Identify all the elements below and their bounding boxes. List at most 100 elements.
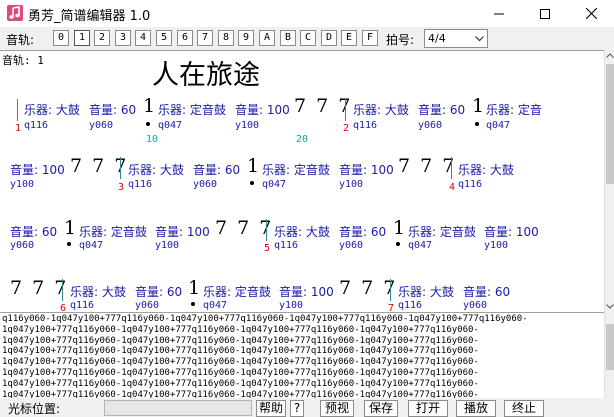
text-line: 1q047y100+777q116y060-1q047y100+777q116y… [2, 367, 479, 378]
text-line: 1q047y100+777q116y060-1q047y100+777q116y… [2, 335, 479, 346]
scroll-down-icon [606, 304, 614, 309]
volume-code: y100 [339, 179, 364, 190]
track-button-b[interactable]: B [280, 30, 296, 46]
text-line: 1q047y100+777q116y060-1q047y100+777q116y… [2, 346, 479, 357]
track-label: 音轨: [6, 33, 35, 47]
instrument-code: q047 [262, 179, 287, 190]
maximize-icon [540, 8, 550, 19]
track-button-f[interactable]: F [362, 30, 378, 46]
status-bar: 光标位置: 帮助 ? 预视 保存 打开 播放 终止 [0, 398, 614, 417]
position-marker: 10 [146, 134, 159, 145]
minimize-button[interactable] [476, 0, 522, 27]
chevron-down-icon [475, 36, 484, 42]
meter-select[interactable]: 4/4 [424, 29, 488, 48]
note-digit: 1 [393, 217, 408, 239]
scrollbar-thumb[interactable] [606, 324, 614, 370]
open-button[interactable]: 打开 [408, 400, 448, 417]
scrollbar-thumb[interactable] [606, 64, 614, 184]
low-octave-dot [146, 122, 150, 126]
help-button[interactable]: 帮助 [256, 400, 286, 417]
title-bar: 勇芳_简谱编辑器 1.0 [0, 0, 614, 27]
measure-number: 4 [449, 182, 456, 193]
low-octave-dot [250, 181, 254, 185]
music-note-icon [7, 5, 23, 21]
track-button-c[interactable]: C [300, 30, 316, 46]
volume-code: y100 [235, 120, 260, 131]
note-group: 7 7 7 [10, 277, 69, 299]
instrument-label: 乐器: 定音鼓 [203, 285, 271, 299]
bar-line [390, 279, 391, 301]
volume-label: 音量: 60 [463, 285, 511, 299]
bar-line [451, 157, 452, 179]
instrument-code: q116 [128, 179, 153, 190]
text-scrollbar[interactable] [604, 312, 614, 398]
meter-value: 4/4 [428, 32, 446, 45]
score-scrollbar[interactable] [604, 50, 614, 312]
note-digit: 1 [188, 277, 203, 299]
bar-line [266, 219, 267, 241]
cursor-position-label: 光标位置: [8, 402, 61, 416]
track-button-8[interactable]: 8 [218, 30, 234, 46]
text-line: q116y060-1q047y100+777q116y060-1q047y100… [2, 314, 528, 324]
track-button-2[interactable]: 2 [94, 30, 110, 46]
note-group: 7 7 7 [398, 155, 457, 177]
bar-line [120, 157, 121, 179]
volume-code: y060 [10, 240, 35, 251]
track-button-4[interactable]: 4 [135, 30, 151, 46]
measure-number: 7 [388, 303, 395, 312]
note-digit: 1 [472, 95, 487, 117]
volume-label: 音量: 60 [339, 225, 387, 239]
volume-label: 音量: 60 [10, 225, 58, 239]
note-group: 7 7 7 [339, 277, 398, 299]
save-button[interactable]: 保存 [364, 400, 398, 417]
volume-label: 音量: 100 [10, 163, 65, 177]
instrument-code: q047 [158, 120, 183, 131]
track-button-d[interactable]: D [321, 30, 337, 46]
play-button[interactable]: 播放 [456, 400, 496, 417]
volume-code: y060 [463, 300, 488, 311]
meter-label: 拍号: [386, 33, 415, 47]
maximize-button[interactable] [522, 0, 568, 27]
text-line: 1q047y100+777q116y060-1q047y100+777q116y… [2, 378, 479, 389]
instrument-code: q047 [408, 240, 433, 251]
instrument-label: 乐器: 定音 [486, 103, 542, 117]
track-button-7[interactable]: 7 [197, 30, 213, 46]
score-view[interactable]: 音轨: 1 人在旅途 1 乐器: 大鼓 音量: 60 q116 y060 1 1… [0, 50, 604, 312]
low-octave-dot [396, 242, 400, 246]
measure-number: 1 [15, 123, 22, 134]
track-button-0[interactable]: 0 [53, 30, 69, 46]
close-button[interactable] [568, 0, 614, 27]
bar-line [17, 99, 18, 121]
note-group: 7 7 7 [294, 95, 353, 117]
note-group: 7 7 7 [215, 217, 274, 239]
track-button-9[interactable]: 9 [238, 30, 254, 46]
close-icon [585, 8, 597, 19]
bar-line [345, 99, 346, 121]
instrument-label: 乐器: 大鼓 [398, 285, 454, 299]
preview-button[interactable]: 预视 [320, 400, 354, 417]
track-button-1[interactable]: 1 [74, 30, 90, 46]
position-marker: 20 [296, 134, 309, 145]
stop-button[interactable]: 终止 [504, 400, 544, 417]
help-question-button[interactable]: ? [290, 400, 304, 417]
text-line: 1q047y100+777q116y060-1q047y100+777q116y… [2, 389, 479, 398]
instrument-label: 乐器: 定音鼓 [262, 163, 330, 177]
track-button-e[interactable]: E [341, 30, 357, 46]
volume-label: 音量: 100 [155, 225, 210, 239]
track-button-3[interactable]: 3 [115, 30, 131, 46]
volume-label: 音量: 60 [89, 103, 137, 117]
track-button-5[interactable]: 5 [156, 30, 172, 46]
window-title: 勇芳_简谱编辑器 1.0 [28, 9, 151, 24]
measure-number: 2 [343, 123, 350, 134]
notation-text-area[interactable]: q116y060-1q047y100+777q116y060-1q047y100… [0, 312, 604, 398]
instrument-code: q116 [70, 300, 95, 311]
volume-label: 音量: 100 [235, 103, 290, 117]
volume-code: y060 [418, 120, 443, 131]
volume-code: y100 [484, 240, 509, 251]
track-button-6[interactable]: 6 [177, 30, 193, 46]
cursor-position-field [104, 400, 252, 416]
scroll-up-icon [606, 53, 614, 58]
song-title: 人在旅途 [152, 60, 260, 91]
volume-code: y060 [135, 300, 160, 311]
track-button-a[interactable]: A [259, 30, 275, 46]
